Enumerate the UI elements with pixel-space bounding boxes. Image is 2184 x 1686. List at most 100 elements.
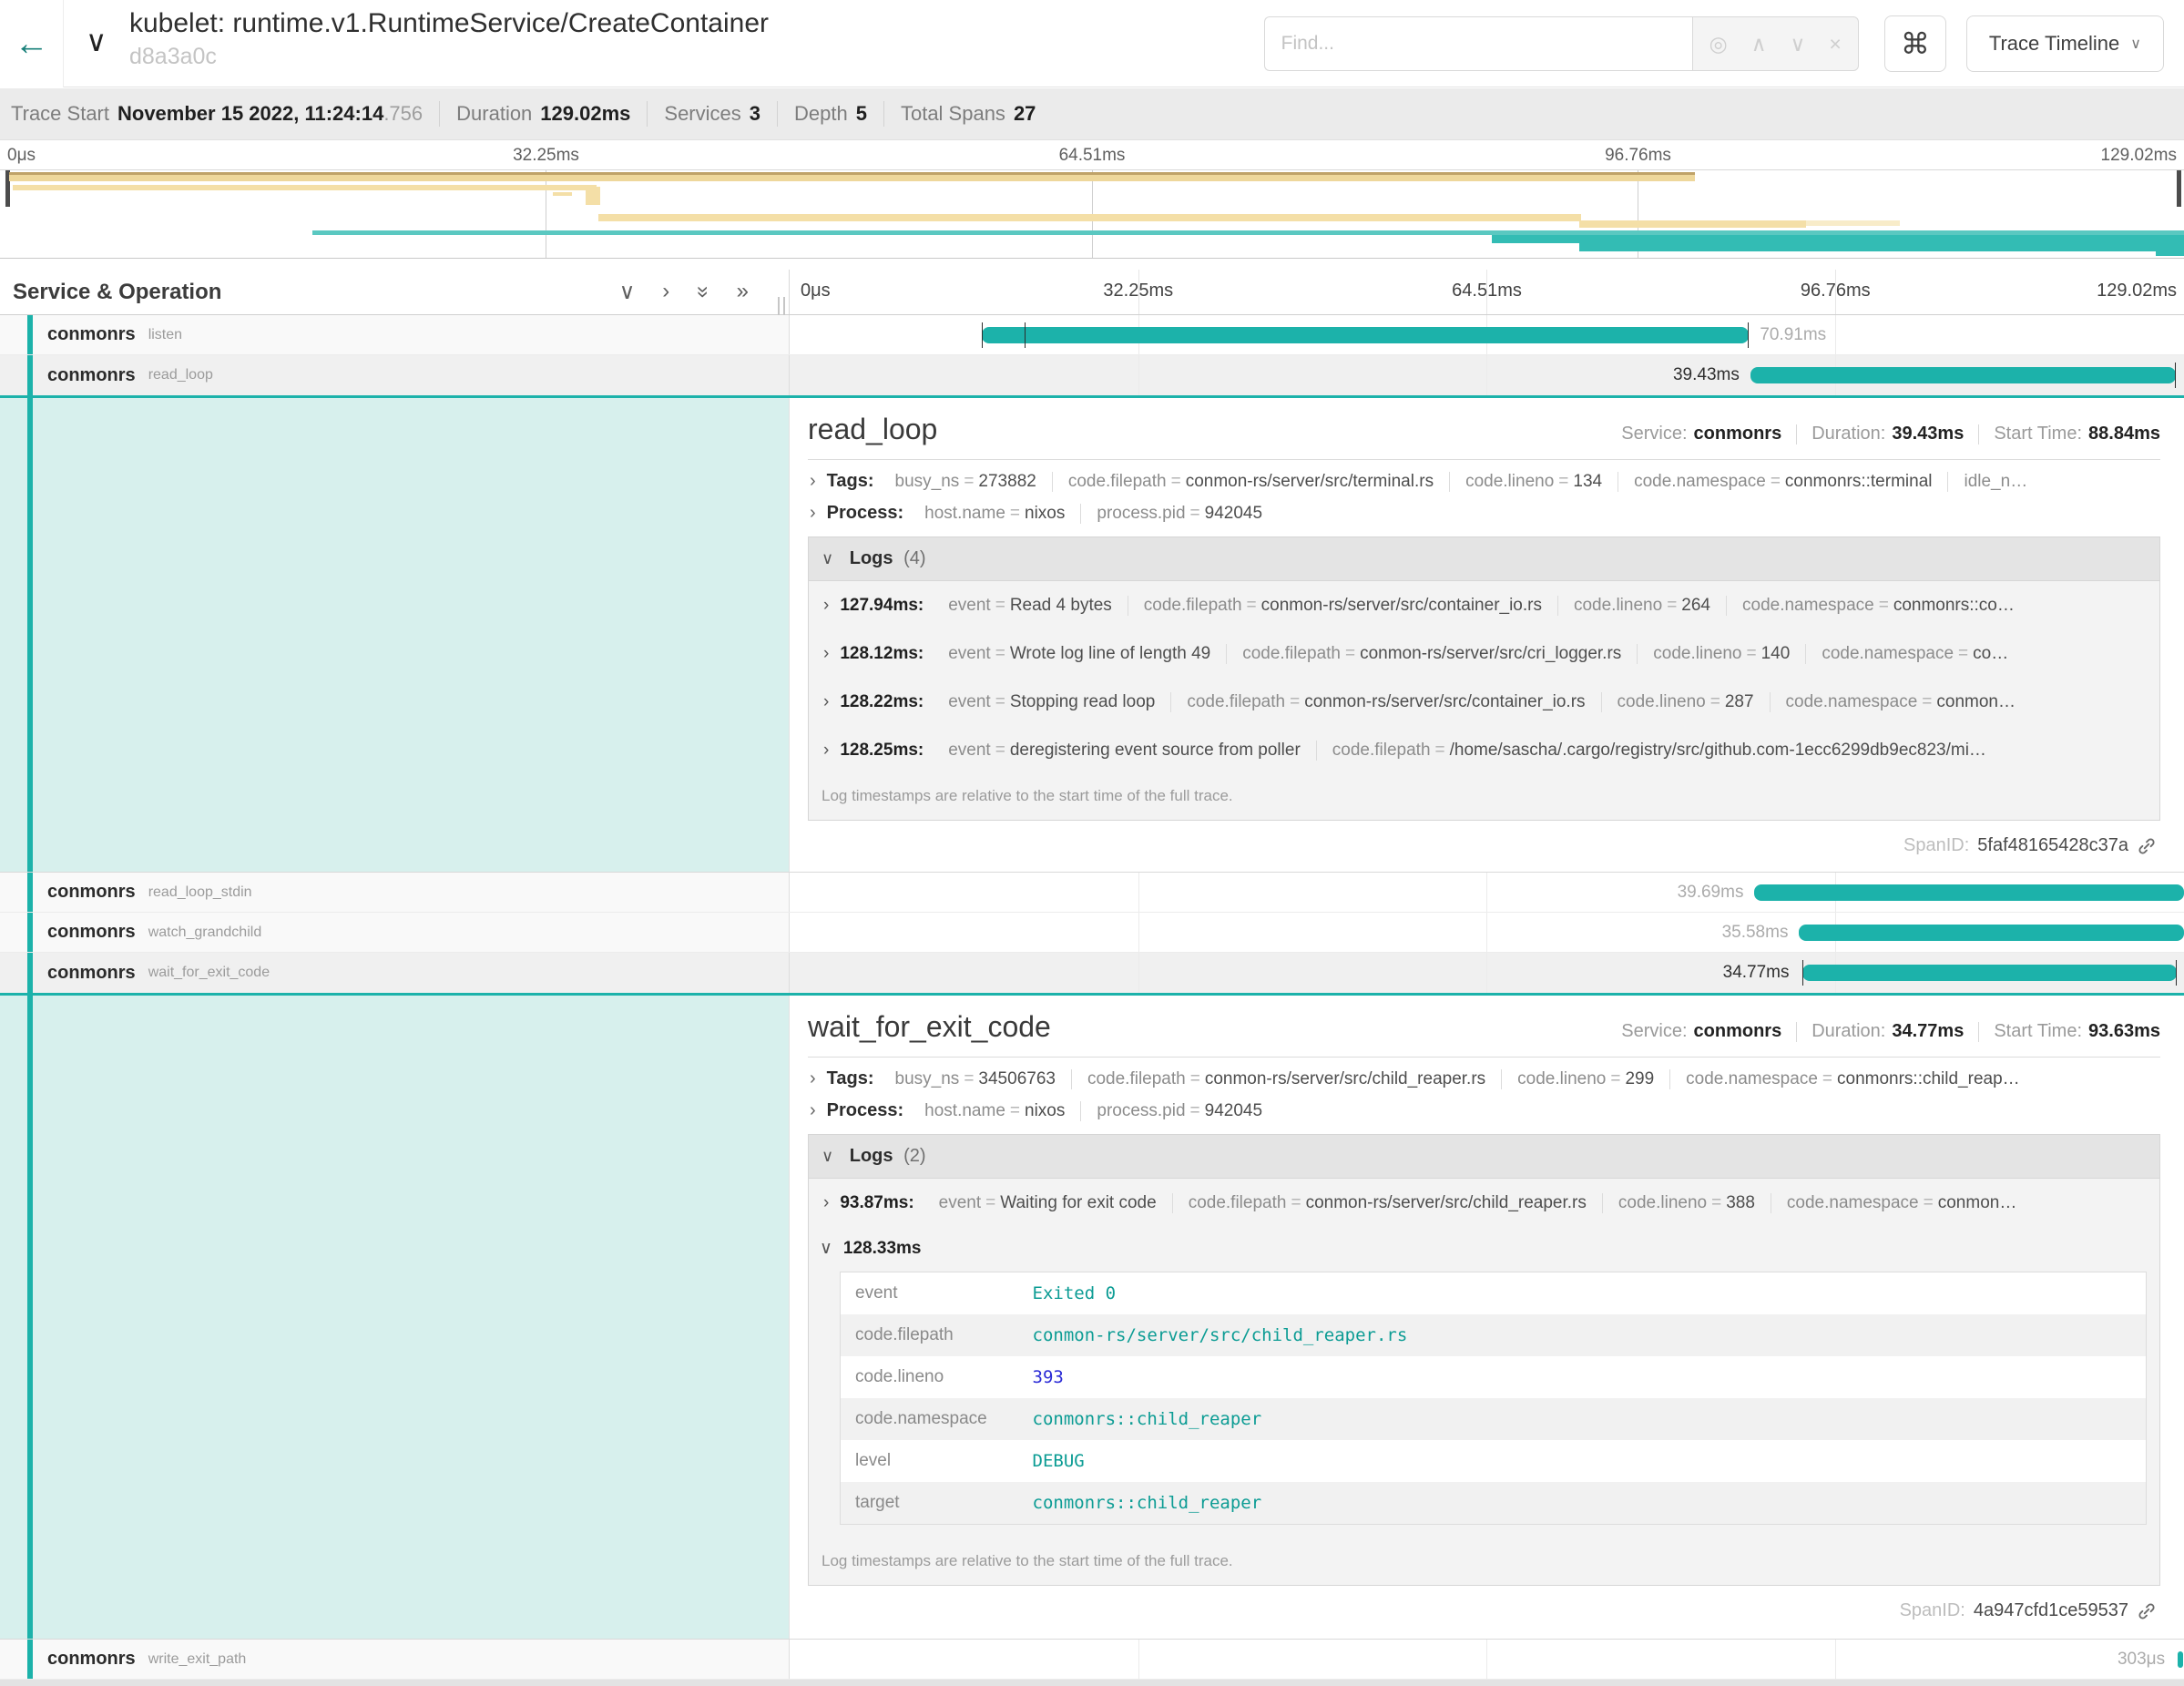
log-entry-expanded-header[interactable]: ∨ 128.33ms <box>809 1227 2159 1262</box>
tag-item: code.lineno=134 <box>1450 472 1618 492</box>
collapse-one-icon[interactable]: ∨ <box>619 279 636 305</box>
minimap-tick: 0μs <box>7 146 36 166</box>
span-bar[interactable] <box>1750 367 2176 383</box>
span-row-read-loop-stdin[interactable]: conmonrs read_loop_stdin 39.69ms <box>0 873 2184 913</box>
span-row-write-exit-path[interactable]: conmonrs write_exit_path 303μs <box>0 1640 2184 1680</box>
log-entry[interactable]: › 127.94ms: event=Read 4 bytes code.file… <box>809 581 2159 629</box>
log-field: code.namespace=conmonrs::co… <box>1727 596 2030 616</box>
table-row: code.lineno 393 <box>841 1356 2147 1398</box>
log-marker <box>2175 363 2176 388</box>
span-timeline-cell[interactable]: 35.58ms <box>789 913 2184 952</box>
detail-content: wait_for_exit_code Service:conmonrs Dura… <box>789 996 2184 1639</box>
log-field: event=Waiting for exit code <box>924 1193 1173 1213</box>
view-selector-button[interactable]: Trace Timeline ∨ <box>1966 15 2164 72</box>
chevron-down-icon: ∨ <box>822 1147 833 1165</box>
depth-item: Depth 5 <box>794 102 867 126</box>
divider <box>439 101 440 127</box>
tag-item: code.lineno=299 <box>1502 1069 1670 1089</box>
log-entry[interactable]: › 128.12ms: event=Wrote log line of leng… <box>809 629 2159 678</box>
log-entry[interactable]: › 128.22ms: event=Stopping read loop cod… <box>809 678 2159 726</box>
timeline-minimap[interactable] <box>0 169 2184 259</box>
span-timeline-cell[interactable]: 70.91ms <box>789 315 2184 354</box>
minimap-right-scrubber[interactable] <box>2177 170 2181 207</box>
tag-item: busy_ns=34506763 <box>880 1069 1072 1089</box>
tag-item: idle_n… <box>1948 472 2043 492</box>
span-bar[interactable] <box>1754 884 2184 901</box>
page-bottom-strip <box>0 1680 2184 1686</box>
log-entry[interactable]: › 128.25ms: event=deregistering event so… <box>809 726 2159 774</box>
log-fields-table: event Exited 0 code.filepath conmon-rs/s… <box>840 1272 2147 1525</box>
expand-one-icon[interactable]: › <box>662 279 669 305</box>
detail-titlebar: wait_for_exit_code Service:conmonrs Dura… <box>808 1010 2160 1044</box>
back-arrow-icon: ← <box>15 25 49 64</box>
trace-title-block: kubelet: runtime.v1.RuntimeService/Creat… <box>129 5 769 70</box>
keyboard-shortcuts-button[interactable]: ⌘ <box>1884 15 1946 72</box>
tags-expander[interactable]: › Tags: busy_ns=273882 code.filepath=con… <box>808 471 2160 492</box>
chevron-right-icon: › <box>810 1068 816 1089</box>
tag-item: code.namespace=conmonrs::child_reap… <box>1670 1069 2035 1089</box>
process-expander[interactable]: › Process: host.name=nixos process.pid=9… <box>808 503 2160 524</box>
span-row-read-loop[interactable]: conmonrs read_loop 39.43ms <box>0 355 2184 398</box>
next-match-icon[interactable]: ∨ <box>1791 32 1806 56</box>
detail-titlebar: read_loop Service:conmonrs Duration:39.4… <box>808 413 2160 446</box>
match-case-icon[interactable]: ◎ <box>1709 32 1728 56</box>
operation-name: listen <box>148 327 182 343</box>
span-duration-label: 70.91ms <box>1760 325 1826 345</box>
minimap-tick: 96.76ms <box>1605 146 1671 166</box>
back-button[interactable]: ← <box>0 0 64 87</box>
span-meta: Service:conmonrs Duration:34.77ms Start … <box>1621 1021 2160 1042</box>
span-name-cell[interactable]: conmonrs wait_for_exit_code <box>0 953 789 993</box>
span-timeline-cell[interactable]: 303μs <box>789 1640 2184 1679</box>
command-icon: ⌘ <box>1901 26 1930 61</box>
divider <box>1978 1022 1979 1042</box>
deep-link-icon[interactable] <box>2137 1601 2157 1621</box>
log-field: event=Wrote log line of length 49 <box>933 644 1227 664</box>
span-bar[interactable] <box>1799 925 2184 941</box>
collapse-all-icon[interactable]: » <box>689 286 716 298</box>
chevron-right-icon: › <box>810 503 816 524</box>
logs-header[interactable]: ∨ Logs (4) <box>809 537 2159 581</box>
divider <box>777 101 778 127</box>
service-color-accent <box>27 355 33 395</box>
span-bar[interactable] <box>1802 965 2178 981</box>
find-input[interactable] <box>1264 16 1692 71</box>
trace-summary-bar: Trace Start November 15 2022, 11:24:14 .… <box>0 88 2184 140</box>
log-field: code.lineno=264 <box>1558 596 1727 616</box>
logs-count: (2) <box>903 1146 925 1166</box>
logs-header[interactable]: ∨ Logs (2) <box>809 1135 2159 1179</box>
span-title: wait_for_exit_code <box>808 1010 1051 1044</box>
process-item: process.pid=942045 <box>1081 1101 1278 1121</box>
span-name-cell[interactable]: conmonrs read_loop <box>0 355 789 395</box>
minimap-span-bar <box>586 187 601 205</box>
trace-collapse-icon[interactable]: ∨ <box>86 24 107 58</box>
column-resizer-handle[interactable] <box>778 297 785 315</box>
logs-note: Log timestamps are relative to the start… <box>809 1539 2159 1585</box>
span-row-wait-for-exit-code[interactable]: conmonrs wait_for_exit_code 34.77ms <box>0 953 2184 996</box>
log-field: event=deregistering event source from po… <box>933 741 1317 761</box>
span-timeline-cell[interactable]: 39.43ms <box>789 355 2184 395</box>
logs-block: ∨ Logs (2) › 93.87ms: event=Waiting for … <box>808 1134 2160 1586</box>
tags-expander[interactable]: › Tags: busy_ns=34506763 code.filepath=c… <box>808 1068 2160 1089</box>
span-timeline-cell[interactable]: 34.77ms <box>789 953 2184 993</box>
span-bar[interactable] <box>982 327 1749 343</box>
clear-search-icon[interactable]: × <box>1829 32 1841 56</box>
span-row-listen[interactable]: conmonrs listen 70.91ms <box>0 315 2184 355</box>
span-row-watch-grandchild[interactable]: conmonrs watch_grandchild 35.58ms <box>0 913 2184 953</box>
service-name: conmonrs <box>47 365 136 386</box>
span-name-cell[interactable]: conmonrs read_loop_stdin <box>0 873 789 912</box>
log-field: code.filepath=conmon-rs/server/src/child… <box>1173 1193 1603 1213</box>
detail-indent-column <box>0 996 789 1639</box>
deep-link-icon[interactable] <box>2137 836 2157 856</box>
minimap-span-bar <box>1492 235 2184 243</box>
span-bar[interactable] <box>2178 1651 2183 1668</box>
span-name-cell[interactable]: conmonrs watch_grandchild <box>0 913 789 952</box>
table-row: code.namespace conmonrs::child_reaper <box>841 1398 2147 1440</box>
span-name-cell[interactable]: conmonrs listen <box>0 315 789 354</box>
log-entry[interactable]: › 93.87ms: event=Waiting for exit code c… <box>809 1179 2159 1227</box>
minimap-span-bar <box>598 214 1581 221</box>
span-timeline-cell[interactable]: 39.69ms <box>789 873 2184 912</box>
expand-all-icon[interactable]: » <box>737 279 749 305</box>
prev-match-icon[interactable]: ∧ <box>1751 32 1767 56</box>
process-expander[interactable]: › Process: host.name=nixos process.pid=9… <box>808 1100 2160 1121</box>
span-name-cell[interactable]: conmonrs write_exit_path <box>0 1640 789 1679</box>
